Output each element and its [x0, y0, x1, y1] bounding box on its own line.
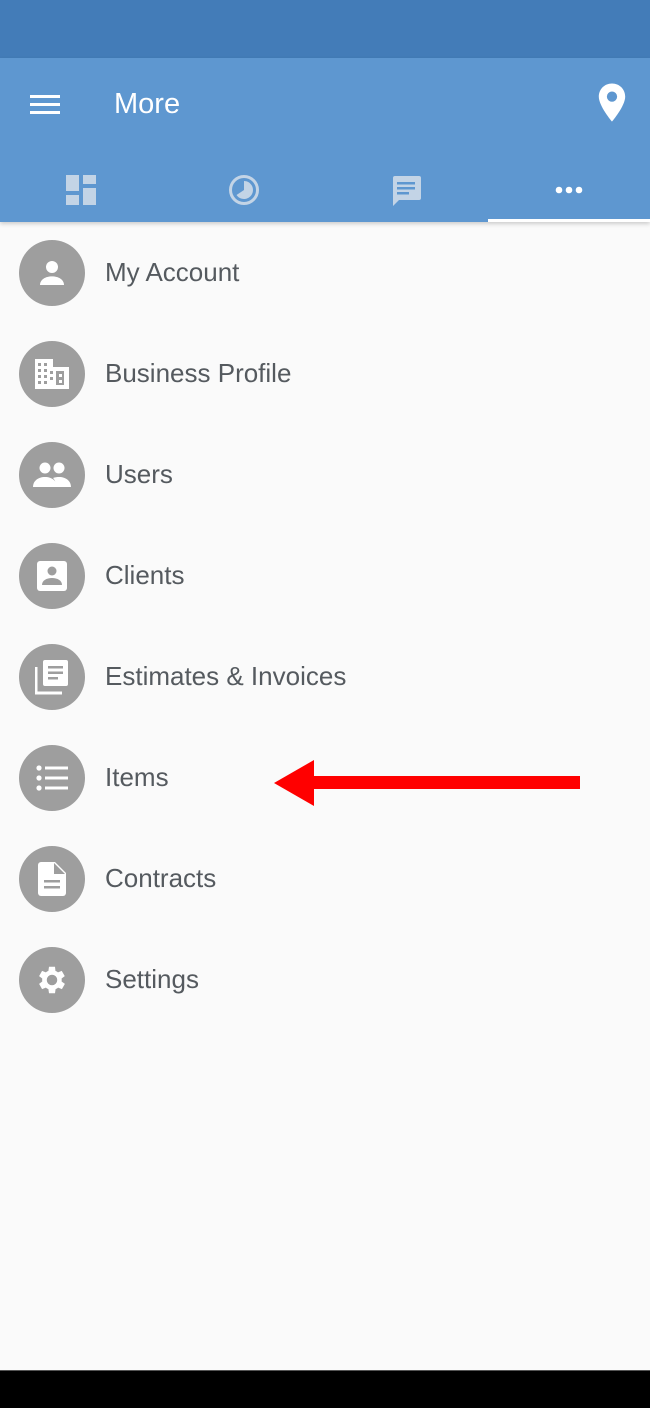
menu-item-business-profile[interactable]: Business Profile [0, 323, 650, 424]
item-avatar [19, 845, 85, 912]
item-avatar [19, 643, 85, 710]
status-bar [0, 0, 650, 58]
clock-icon [228, 175, 259, 205]
menu-item-label: Business Profile [105, 358, 292, 388]
annotation-arrow [274, 760, 580, 806]
menu-item-users[interactable]: Users [0, 424, 650, 525]
dashboard-icon [66, 175, 97, 205]
menu-item-label: Settings [105, 964, 199, 994]
document-icon [38, 861, 66, 896]
hamburger-menu-icon [30, 95, 60, 98]
person-icon [40, 260, 64, 285]
menu-button[interactable] [22, 86, 66, 122]
menu-item-label: Users [105, 459, 173, 489]
tab-history[interactable] [163, 158, 326, 222]
arrow-shaft [312, 776, 580, 789]
menu-item-label: Estimates & Invoices [105, 661, 347, 691]
contact-card-icon [37, 560, 67, 591]
documents-icon [35, 659, 68, 694]
page-title: More [114, 88, 181, 120]
hamburger-line [30, 111, 60, 114]
item-avatar [19, 441, 85, 508]
app-bar: More [0, 58, 650, 222]
location-button[interactable] [594, 82, 630, 126]
hamburger-line [30, 103, 60, 106]
message-icon [393, 176, 422, 206]
item-avatar [19, 340, 85, 407]
menu-item-label: Items [105, 762, 169, 792]
menu-item-label: My Account [105, 257, 240, 287]
building-icon [35, 358, 69, 389]
gear-icon [39, 966, 65, 993]
tab-bar [0, 158, 650, 222]
item-avatar [19, 946, 85, 1013]
menu-item-clients[interactable]: Clients [0, 525, 650, 626]
menu-item-label: Clients [105, 560, 185, 590]
item-avatar [19, 542, 85, 609]
menu-item-settings[interactable]: Settings [0, 929, 650, 1030]
tab-dashboard[interactable] [0, 158, 163, 222]
list-icon [36, 764, 68, 791]
menu-item-contracts[interactable]: Contracts [0, 828, 650, 929]
system-navigation-bar [0, 1370, 650, 1408]
menu-item-label: Contracts [105, 863, 217, 893]
location-pin-icon [598, 83, 626, 122]
menu-item-my-account[interactable]: My Account [0, 222, 650, 323]
tab-messages[interactable] [325, 158, 488, 222]
tab-more[interactable] [487, 158, 650, 222]
people-icon [33, 462, 71, 487]
arrow-head [274, 760, 314, 806]
more-horizontal-icon [555, 186, 583, 194]
menu-item-estimates-invoices[interactable]: Estimates & Invoices [0, 626, 650, 727]
item-avatar [19, 744, 85, 811]
item-avatar [19, 239, 85, 306]
